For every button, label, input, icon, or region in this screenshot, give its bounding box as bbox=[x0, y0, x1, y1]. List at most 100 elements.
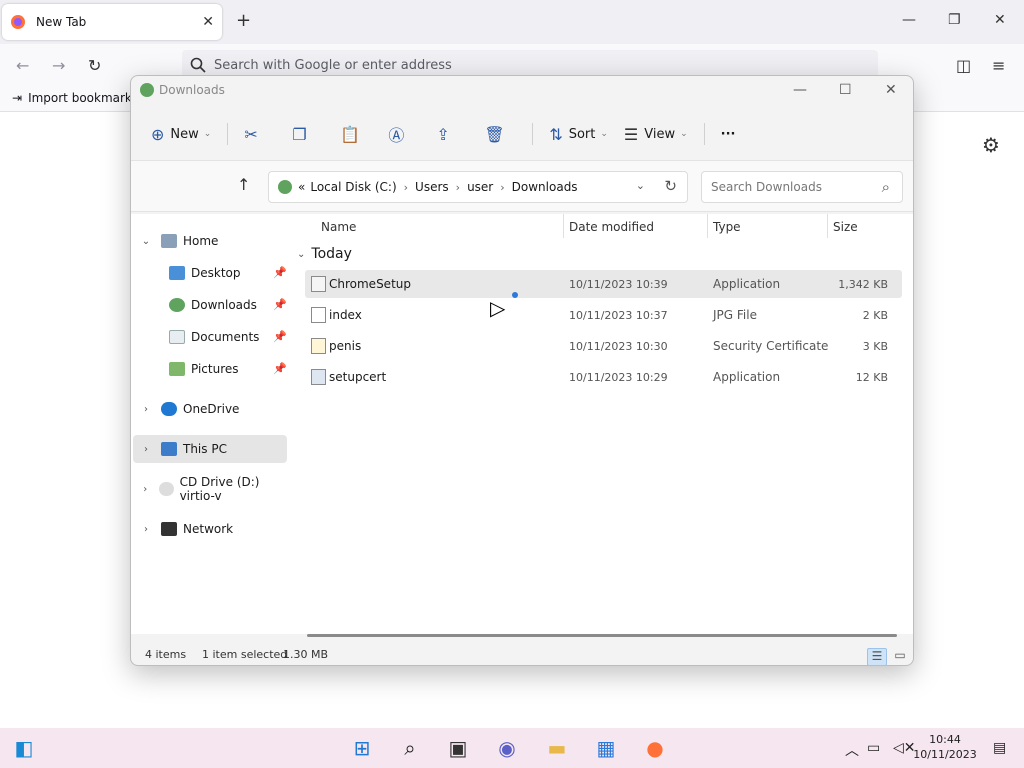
restore-icon[interactable]: ❐ bbox=[948, 12, 961, 28]
delete-icon[interactable]: 🗑 bbox=[476, 118, 524, 150]
refresh-icon[interactable]: ↻ bbox=[664, 177, 677, 195]
show-hidden-icons-icon[interactable]: ︿ bbox=[845, 740, 859, 760]
more-options-button[interactable]: ··· bbox=[713, 118, 744, 150]
chevron-right-icon[interactable]: › bbox=[139, 404, 153, 415]
nav-label: Desktop bbox=[191, 266, 241, 280]
pin-icon[interactable]: 📌 bbox=[273, 266, 287, 279]
import-bookmarks-label: Import bookmarks bbox=[28, 91, 139, 105]
pictures-icon bbox=[169, 362, 185, 376]
nav-label: CD Drive (D:) virtio-v bbox=[179, 475, 260, 503]
cd-drive-icon bbox=[159, 482, 174, 496]
paste-icon[interactable]: 📋 bbox=[332, 118, 380, 150]
gear-icon[interactable]: ⚙ bbox=[982, 133, 1000, 157]
nav-label: Home bbox=[183, 234, 219, 248]
chevron-right-icon[interactable]: › bbox=[139, 524, 153, 535]
start-icon[interactable]: ⊞ bbox=[350, 736, 374, 760]
widgets-icon[interactable]: ◧ bbox=[12, 736, 36, 760]
nav-item-downloads[interactable]: Downloads bbox=[169, 291, 257, 319]
breadcrumb-downloads[interactable]: Downloads bbox=[512, 180, 578, 194]
cut-icon[interactable]: ✂ bbox=[236, 118, 284, 150]
column-header-name[interactable]: Name bbox=[321, 220, 356, 234]
import-bookmarks-button[interactable]: ⇥ Import bookmarks bbox=[12, 91, 138, 105]
file-row[interactable]: ChromeSetup 10/11/2023 10:39 Application… bbox=[305, 270, 902, 298]
file-date: 10/11/2023 10:30 bbox=[569, 340, 668, 353]
search-icon bbox=[190, 57, 206, 73]
view-icon: ☰ bbox=[623, 124, 639, 144]
tiles-view-icon[interactable]: ▭ bbox=[890, 648, 910, 665]
file-date: 10/11/2023 10:39 bbox=[569, 278, 668, 291]
column-divider[interactable] bbox=[563, 214, 564, 238]
file-explorer-icon[interactable]: ▬ bbox=[545, 736, 569, 760]
tab-new-tab[interactable]: New Tab ✕ bbox=[2, 4, 222, 40]
item-count: 4 items bbox=[145, 648, 187, 661]
breadcrumb-users[interactable]: Users bbox=[415, 180, 449, 194]
chat-icon[interactable]: ◉ bbox=[495, 736, 519, 760]
nav-label: Network bbox=[183, 522, 234, 536]
breadcrumb-local-disk[interactable]: Local Disk (C:) bbox=[310, 180, 396, 194]
chevron-right-icon[interactable]: › bbox=[139, 484, 151, 495]
nav-item-home[interactable]: ⌄ Home bbox=[139, 227, 218, 255]
rename-icon[interactable]: Ⓐ bbox=[380, 118, 428, 150]
file-row[interactable]: index 10/11/2023 10:37 JPG File 2 KB bbox=[305, 301, 902, 329]
address-bar[interactable]: « Local Disk (C:) › Users › user › Downl… bbox=[268, 171, 688, 203]
pin-icon[interactable]: 📌 bbox=[273, 362, 287, 375]
firefox-icon[interactable]: ● bbox=[643, 736, 667, 760]
column-divider[interactable] bbox=[707, 214, 708, 238]
store-icon[interactable]: ▦ bbox=[594, 736, 618, 760]
column-header-size[interactable]: Size bbox=[833, 220, 858, 234]
system-clock[interactable]: 10:44 10/11/2023 bbox=[910, 732, 980, 762]
menu-icon[interactable]: ≡ bbox=[992, 56, 1005, 75]
selection-size: 1.30 MB bbox=[283, 648, 329, 661]
up-arrow-icon[interactable]: ↑ bbox=[237, 175, 250, 194]
share-icon[interactable]: ⇪ bbox=[428, 118, 476, 150]
pin-icon[interactable]: 📌 bbox=[273, 298, 287, 311]
nav-item-desktop[interactable]: Desktop bbox=[169, 259, 241, 287]
network-status-icon[interactable]: ▭ bbox=[867, 740, 880, 756]
file-row[interactable]: penis 10/11/2023 10:30 Security Certific… bbox=[305, 332, 902, 360]
nav-item-network[interactable]: › Network bbox=[139, 515, 233, 543]
navigation-pane: ⌄ Home Desktop 📌 Downloads 📌 Documents 📌… bbox=[131, 214, 291, 634]
pocket-icon[interactable]: ◫ bbox=[956, 56, 971, 75]
address-dropdown-icon[interactable]: ⌄ bbox=[636, 179, 645, 192]
nav-item-pictures[interactable]: Pictures bbox=[169, 355, 239, 383]
explorer-maximize-icon[interactable]: ☐ bbox=[839, 82, 852, 98]
horizontal-scrollbar[interactable] bbox=[307, 634, 897, 637]
new-button[interactable]: ⊕ New ⌄ bbox=[143, 118, 219, 150]
explorer-close-icon[interactable]: ✕ bbox=[885, 82, 897, 98]
pin-icon[interactable]: 📌 bbox=[273, 330, 287, 343]
new-tab-button[interactable]: + bbox=[236, 10, 251, 31]
chevron-down-icon[interactable]: ⌄ bbox=[139, 236, 153, 247]
nav-item-documents[interactable]: Documents bbox=[169, 323, 259, 351]
search-downloads-input[interactable]: Search Downloads ⌕ bbox=[701, 171, 903, 203]
nav-item-cd-drive[interactable]: › CD Drive (D:) virtio-v bbox=[139, 475, 291, 503]
column-header-date[interactable]: Date modified bbox=[569, 220, 654, 234]
nav-item-onedrive[interactable]: › OneDrive bbox=[139, 395, 239, 423]
file-type: Application bbox=[713, 277, 781, 291]
breadcrumb-overflow[interactable]: « bbox=[298, 180, 305, 194]
column-divider[interactable] bbox=[827, 214, 828, 238]
nav-item-this-pc[interactable]: › This PC bbox=[139, 435, 227, 463]
search-icon[interactable]: ⌕ bbox=[398, 736, 422, 760]
task-view-icon[interactable]: ▣ bbox=[446, 736, 470, 760]
chevron-right-icon: › bbox=[455, 180, 461, 194]
breadcrumb-user[interactable]: user bbox=[467, 180, 493, 194]
tab-close-icon[interactable]: ✕ bbox=[202, 14, 214, 30]
desktop-icon bbox=[169, 266, 185, 280]
forward-arrow-icon[interactable]: → bbox=[52, 56, 65, 75]
chevron-right-icon[interactable]: › bbox=[139, 444, 153, 455]
explorer-minimize-icon[interactable]: — bbox=[793, 82, 807, 98]
details-view-icon[interactable]: ☰ bbox=[867, 648, 887, 665]
sort-button[interactable]: ⇅ Sort ⌄ bbox=[541, 118, 616, 150]
group-header-today[interactable]: ⌄ Today bbox=[297, 246, 352, 262]
minimize-icon[interactable]: — bbox=[902, 12, 916, 28]
chevron-down-icon: ⌄ bbox=[600, 129, 608, 139]
copy-icon[interactable]: ❐ bbox=[284, 118, 332, 150]
notification-icon[interactable]: ▤ bbox=[993, 740, 1006, 756]
file-row[interactable]: setupcert 10/11/2023 10:29 Application 1… bbox=[305, 363, 902, 391]
reload-icon[interactable]: ↻ bbox=[88, 56, 101, 75]
back-arrow-icon[interactable]: ← bbox=[16, 56, 29, 75]
group-label: Today bbox=[311, 246, 352, 262]
column-header-type[interactable]: Type bbox=[713, 220, 741, 234]
close-window-icon[interactable]: ✕ bbox=[994, 12, 1006, 28]
view-button[interactable]: ☰ View ⌄ bbox=[616, 118, 696, 150]
